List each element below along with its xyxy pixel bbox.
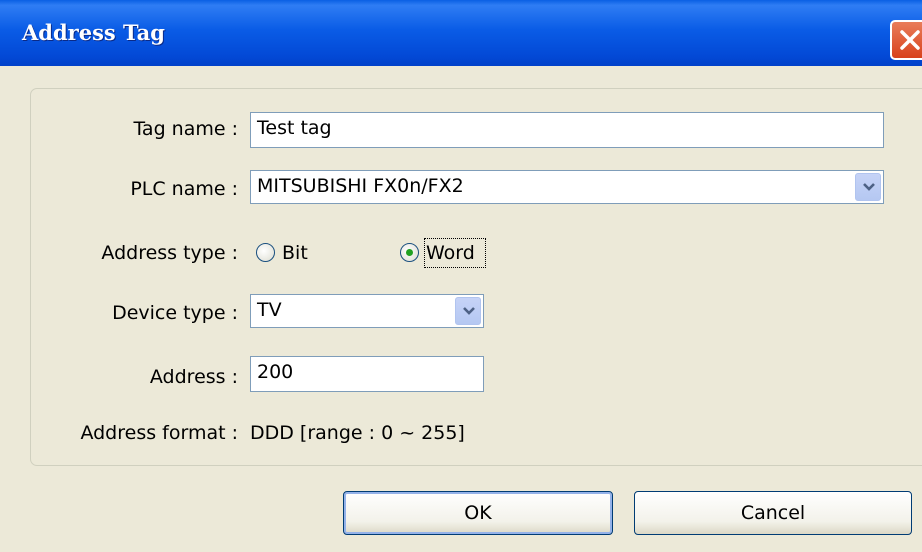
ok-button[interactable]: OK [343,491,613,535]
device-type-value: TV [257,299,282,321]
radio-bit-label[interactable]: Bit [282,242,308,264]
close-button[interactable] [890,20,922,60]
tag-name-value: Test tag [257,117,332,139]
title-bar[interactable]: Address Tag [0,0,922,66]
address-tag-dialog: Address Tag Tag name : Test tag PLC name… [0,0,922,552]
chevron-down-icon [463,307,475,315]
plc-name-value: MITSUBISHI FX0n/FX2 [257,175,464,197]
plc-name-label: PLC name : [130,178,238,200]
tag-name-label: Tag name : [133,118,238,140]
radio-bit[interactable] [256,243,275,262]
address-value: 200 [257,361,294,383]
tag-name-input[interactable]: Test tag [250,112,884,148]
radio-word-selected-dot [406,249,413,256]
plc-name-dropdown-button[interactable] [855,173,881,201]
address-type-label: Address type : [101,242,238,264]
device-type-label: Device type : [112,302,238,324]
address-label: Address : [149,366,238,388]
radio-word-label[interactable]: Word [426,242,475,264]
device-type-dropdown-button[interactable] [455,297,481,325]
radio-word[interactable] [400,243,419,262]
device-type-select[interactable]: TV [250,294,484,328]
plc-name-select[interactable]: MITSUBISHI FX0n/FX2 [250,170,884,204]
address-format-label: Address format : [80,422,238,444]
close-icon [900,30,920,50]
cancel-button[interactable]: Cancel [634,491,912,535]
address-format-value: DDD [range : 0 ~ 255] [250,422,465,444]
address-input[interactable]: 200 [250,356,484,392]
window-title: Address Tag [22,20,165,45]
chevron-down-icon [863,183,875,191]
